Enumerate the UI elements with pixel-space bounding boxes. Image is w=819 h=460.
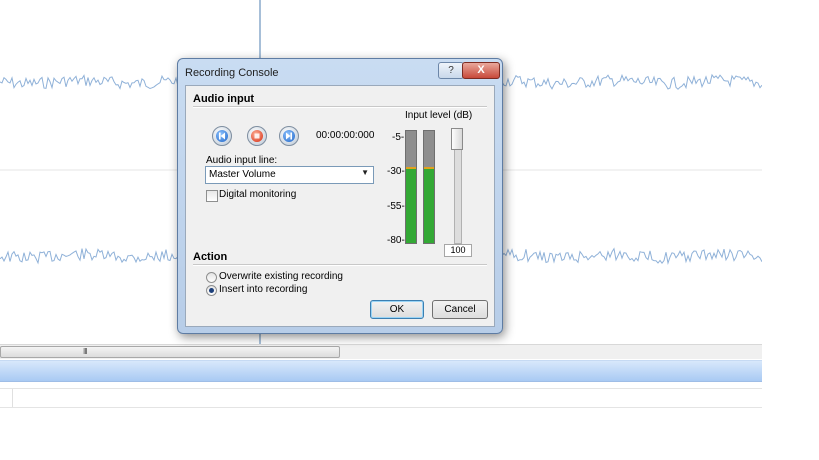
scrollbar-thumb[interactable]: III: [0, 346, 340, 358]
status-strip: [0, 388, 762, 408]
input-line-value: Master Volume: [209, 169, 276, 180]
input-gain-slider-thumb[interactable]: [451, 128, 463, 150]
digital-monitoring-checkbox[interactable]: [206, 190, 218, 202]
cancel-button[interactable]: Cancel: [432, 300, 488, 319]
insert-radio[interactable]: [206, 285, 217, 296]
recording-time: 00:00:00:000: [316, 130, 375, 141]
record-icon: [254, 133, 260, 139]
skip-back-icon: [219, 132, 225, 140]
action-heading: Action: [193, 251, 228, 263]
skip-forward-button[interactable]: [279, 126, 299, 146]
dialog-title: Recording Console: [185, 67, 279, 79]
meter-tick-label: -30-: [387, 166, 405, 177]
level-meter-right-fill: [424, 169, 434, 243]
section-divider: [193, 264, 487, 266]
skip-back-button[interactable]: [212, 126, 232, 146]
audio-input-line-select[interactable]: Master Volume ▼: [205, 166, 374, 184]
timeline-band[interactable]: [0, 360, 762, 382]
meter-tick-label: -55-: [387, 201, 405, 212]
skip-forward-icon: [286, 132, 292, 140]
overwrite-radio[interactable]: [206, 272, 217, 283]
input-gain-value: 100: [444, 244, 472, 257]
insert-label: Insert into recording: [219, 284, 308, 295]
meter-tick-label: -80-: [387, 235, 405, 246]
section-divider: [193, 106, 487, 108]
input-line-label: Audio input line:: [206, 155, 278, 166]
ok-button[interactable]: OK: [370, 300, 424, 319]
audio-input-heading: Audio input: [193, 93, 255, 105]
level-meter-left-peak: [406, 167, 416, 169]
scrollbar-grip: III: [83, 347, 88, 356]
dialog-body: Audio input 00:00:00:000 Audio input lin…: [185, 85, 495, 327]
level-meter-left-fill: [406, 169, 416, 243]
level-meter-right-peak: [424, 167, 434, 169]
radio-dot: [209, 288, 214, 293]
level-meter-right: [423, 130, 435, 244]
input-level-title: Input level (dB): [405, 110, 473, 121]
record-button[interactable]: [247, 126, 267, 146]
dropdown-arrow-icon: ▼: [361, 168, 369, 177]
overwrite-label: Overwrite existing recording: [219, 271, 343, 282]
recording-console-dialog: Recording Console ? X Audio input 00:00:…: [177, 58, 503, 334]
digital-monitoring-label: Digital monitoring: [219, 189, 297, 200]
level-meter-left: [405, 130, 417, 244]
close-button[interactable]: X: [462, 62, 500, 79]
meter-tick-label: -5-: [392, 132, 405, 143]
help-button[interactable]: ?: [438, 62, 464, 79]
